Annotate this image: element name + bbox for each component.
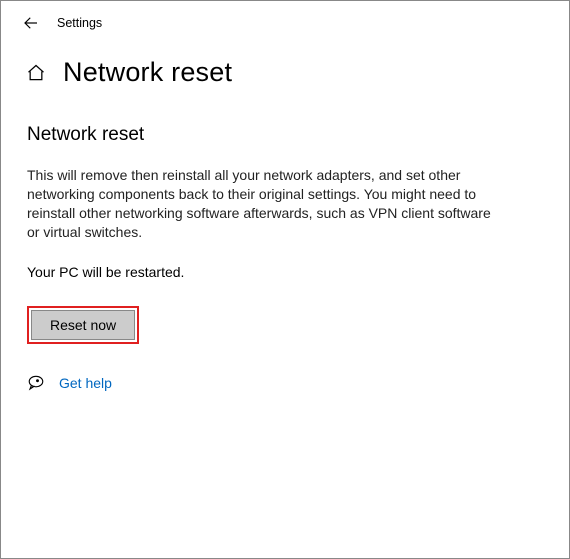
title-row: Network reset: [1, 41, 569, 96]
chat-help-icon: [27, 374, 45, 392]
get-help-link[interactable]: Get help: [59, 375, 112, 391]
window-header: Settings: [1, 1, 569, 41]
home-icon[interactable]: [25, 62, 47, 84]
section-heading: Network reset: [27, 124, 541, 146]
page-title: Network reset: [63, 57, 232, 88]
restart-notice: Your PC will be restarted.: [27, 264, 541, 280]
reset-button-highlight: Reset now: [27, 306, 139, 344]
reset-now-button[interactable]: Reset now: [31, 310, 135, 340]
help-row: Get help: [27, 374, 541, 392]
app-name-label: Settings: [57, 16, 102, 30]
content-area: Network reset This will remove then rein…: [1, 96, 569, 392]
description-text: This will remove then reinstall all your…: [27, 166, 507, 242]
back-arrow-icon[interactable]: [21, 13, 41, 33]
